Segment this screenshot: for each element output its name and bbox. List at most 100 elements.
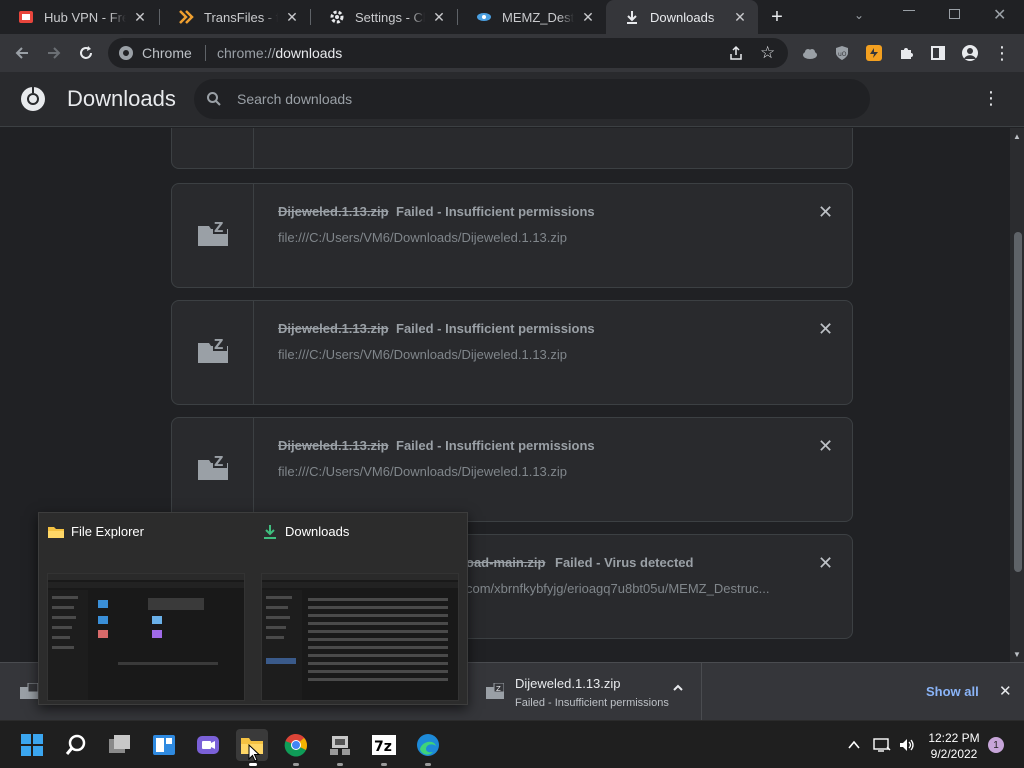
network-app-icon[interactable] bbox=[324, 729, 356, 761]
more-actions-icon[interactable]: ⋮ bbox=[982, 88, 1000, 109]
remove-download-icon[interactable]: ✕ bbox=[818, 436, 833, 457]
close-window-icon[interactable]: ✕ bbox=[993, 5, 1006, 25]
download-status: Failed - Insufficient permissions bbox=[396, 204, 595, 219]
zip-file-icon: Z bbox=[197, 219, 229, 252]
tab-hub-vpn[interactable]: Hub VPN - Free ✕ bbox=[0, 0, 158, 34]
tab-transfiles[interactable]: TransFiles - free ✕ bbox=[160, 0, 310, 34]
widgets-icon[interactable] bbox=[148, 729, 180, 761]
thumbnail-title: Downloads bbox=[285, 524, 350, 539]
page-title: Downloads bbox=[67, 86, 176, 111]
puzzle-extensions-icon[interactable] bbox=[894, 41, 918, 65]
notification-badge[interactable]: 1 bbox=[988, 737, 1004, 753]
tab-settings[interactable]: Settings - Check ✕ bbox=[311, 0, 457, 34]
clock-date: 9/2/2022 bbox=[930, 747, 978, 761]
tab-close-icon[interactable]: ✕ bbox=[732, 9, 748, 26]
profile-icon[interactable] bbox=[958, 41, 982, 65]
close-shelf-icon[interactable]: ✕ bbox=[999, 682, 1012, 700]
tab-downloads[interactable]: Downloads ✕ bbox=[606, 0, 758, 34]
reload-icon[interactable] bbox=[74, 41, 98, 65]
scroll-down-icon[interactable]: ▼ bbox=[1013, 650, 1021, 659]
chevron-up-icon[interactable] bbox=[844, 735, 864, 755]
download-filename[interactable]: Dijeweled.1.13.zip bbox=[278, 204, 389, 219]
shelf-download-item[interactable]: Z Dijeweled.1.13.zip Failed - Insufficie… bbox=[476, 663, 702, 721]
network-icon[interactable] bbox=[872, 735, 892, 755]
menu-icon[interactable]: ⋮ bbox=[990, 41, 1014, 65]
scroll-up-icon[interactable]: ▲ bbox=[1013, 132, 1021, 141]
search-taskbar-icon[interactable] bbox=[60, 729, 92, 761]
download-filename[interactable]: Dijeweled.1.13.zip bbox=[278, 438, 389, 453]
download-filename[interactable]: oad-main.zip bbox=[466, 555, 545, 570]
download-url[interactable]: file:///C:/Users/VM6/Downloads/Dijeweled… bbox=[278, 230, 567, 245]
svg-text:Z: Z bbox=[214, 455, 223, 470]
zip-file-icon bbox=[20, 682, 39, 704]
back-icon[interactable] bbox=[10, 41, 34, 65]
search-downloads-input[interactable]: Search downloads bbox=[194, 79, 870, 119]
tab-strip: Hub VPN - Free ✕ TransFiles - free ✕ Set… bbox=[0, 0, 1024, 34]
shelf-filename: Dijeweled.1.13.zip bbox=[515, 676, 621, 691]
task-view-icon[interactable] bbox=[104, 729, 136, 761]
thumbnail-file-explorer[interactable]: File Explorer bbox=[39, 513, 253, 706]
chrome-logo-icon bbox=[118, 45, 134, 66]
thumbnail-downloads[interactable]: Downloads bbox=[253, 513, 467, 706]
taskbar-thumbnail-popup: File Explorer Downloads bbox=[38, 512, 468, 705]
chevron-up-icon[interactable] bbox=[672, 681, 684, 699]
system-clock[interactable]: 12:22 PM 9/2/2022 bbox=[922, 730, 986, 762]
hub-vpn-icon bbox=[18, 9, 34, 25]
ublock-icon[interactable]: uO bbox=[830, 41, 854, 65]
download-icon bbox=[624, 9, 640, 25]
download-card: Z Dijeweled.1.13.zip Failed - Insufficie… bbox=[171, 417, 853, 522]
zip-file-icon: Z bbox=[197, 453, 229, 486]
teams-chat-icon[interactable] bbox=[192, 729, 224, 761]
vertical-scrollbar[interactable]: ▲ ▼ bbox=[1010, 128, 1024, 662]
windows-taskbar: 7z 12:22 PM 9/2/2022 1 bbox=[0, 720, 1024, 768]
bookmark-star-icon[interactable]: ☆ bbox=[760, 43, 775, 63]
download-card bbox=[171, 128, 853, 169]
svg-text:Z: Z bbox=[214, 338, 223, 353]
chrome-taskbar-icon[interactable] bbox=[280, 729, 312, 761]
remove-download-icon[interactable]: ✕ bbox=[818, 202, 833, 223]
search-icon bbox=[206, 91, 222, 112]
forward-icon[interactable] bbox=[42, 41, 66, 65]
scrollbar-thumb[interactable] bbox=[1014, 232, 1022, 572]
svg-text:uO: uO bbox=[838, 51, 847, 58]
zip-file-icon: Z bbox=[486, 682, 505, 704]
download-url[interactable]: com/xbrnfkybfyjg/erioagq7u8bt05u/MEMZ_De… bbox=[466, 581, 769, 596]
chrome-logo-icon bbox=[20, 86, 46, 117]
tab-title: Settings - Check bbox=[355, 9, 425, 25]
address-bar[interactable]: Chrome chrome://downloads ☆ bbox=[108, 38, 788, 68]
edge-icon[interactable] bbox=[412, 729, 444, 761]
download-url[interactable]: file:///C:/Users/VM6/Downloads/Dijeweled… bbox=[278, 464, 567, 479]
download-filename[interactable]: Dijeweled.1.13.zip bbox=[278, 321, 389, 336]
minimize-icon[interactable] bbox=[903, 10, 915, 11]
tab-close-icon[interactable]: ✕ bbox=[431, 9, 447, 26]
volume-icon[interactable] bbox=[897, 735, 917, 755]
new-tab-icon[interactable]: + bbox=[766, 6, 788, 28]
tab-close-icon[interactable]: ✕ bbox=[284, 9, 300, 26]
remove-download-icon[interactable]: ✕ bbox=[818, 553, 833, 574]
tab-search-icon[interactable]: ⌄ bbox=[854, 8, 864, 22]
side-panel-icon[interactable] bbox=[926, 41, 950, 65]
extension-cloud-icon[interactable] bbox=[798, 41, 822, 65]
extension-shield-icon[interactable] bbox=[862, 41, 886, 65]
download-status: Failed - Insufficient permissions bbox=[396, 321, 595, 336]
search-placeholder: Search downloads bbox=[237, 91, 353, 107]
thumbnail-title: File Explorer bbox=[71, 524, 144, 539]
download-card: Z Dijeweled.1.13.zip Failed - Insufficie… bbox=[171, 300, 853, 405]
tab-title: TransFiles - free bbox=[204, 9, 278, 25]
share-icon[interactable] bbox=[728, 45, 744, 66]
mouse-cursor-icon bbox=[248, 743, 261, 767]
download-url[interactable]: file:///C:/Users/VM6/Downloads/Dijeweled… bbox=[278, 347, 567, 362]
downloads-header: Downloads Search downloads ⋮ bbox=[0, 72, 1024, 127]
tab-memz[interactable]: MEMZ_Destruct ✕ bbox=[458, 0, 606, 34]
transfiles-icon bbox=[178, 9, 194, 25]
show-all-button[interactable]: Show all bbox=[926, 684, 979, 699]
tab-close-icon[interactable]: ✕ bbox=[580, 9, 596, 26]
site-label: Chrome bbox=[142, 45, 192, 61]
7zip-icon[interactable]: 7z bbox=[368, 729, 400, 761]
tab-close-icon[interactable]: ✕ bbox=[132, 9, 148, 26]
download-status: Failed - Virus detected bbox=[555, 555, 694, 570]
restore-icon[interactable] bbox=[949, 9, 960, 19]
start-button[interactable] bbox=[16, 729, 48, 761]
folder-icon bbox=[47, 523, 65, 541]
remove-download-icon[interactable]: ✕ bbox=[818, 319, 833, 340]
